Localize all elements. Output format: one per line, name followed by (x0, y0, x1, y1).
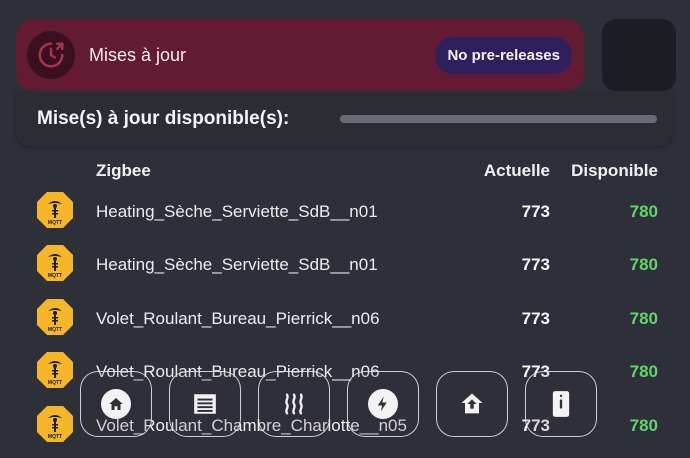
heating-icon (279, 389, 309, 419)
group-label: Zigbee (96, 161, 151, 180)
svg-text:MQTT: MQTT (48, 434, 62, 440)
update-clock-icon (27, 31, 75, 79)
prerelease-toggle-button[interactable]: No pre-releases (435, 36, 572, 74)
home-upload-icon (457, 389, 487, 419)
fridge-icon (546, 389, 576, 419)
svg-text:MQTT: MQTT (48, 327, 62, 333)
svg-text:MQTT: MQTT (48, 273, 62, 279)
available-version: 780 (629, 255, 658, 274)
mqtt-icon: MQTT (36, 405, 74, 443)
device-name: Volet_Roulant_Bureau_Pierrick__n06 (96, 309, 380, 328)
table-header: Zigbee Actuelle Disponible (0, 158, 690, 184)
mqtt-icon: MQTT (36, 298, 74, 336)
column-available-header: Disponible (571, 161, 658, 180)
dock-heating-button[interactable] (258, 371, 330, 437)
dock-shutter-button[interactable] (169, 371, 241, 437)
available-version: 780 (629, 309, 658, 328)
table-row[interactable]: MQTT Heating_Sèche_Serviette_SdB__n01 77… (0, 240, 690, 292)
svg-text:MQTT: MQTT (48, 220, 62, 226)
column-current-header: Actuelle (483, 161, 550, 180)
current-version: 773 (521, 309, 550, 328)
shutter-icon (190, 389, 220, 419)
energy-icon (368, 389, 398, 419)
available-version: 780 (629, 416, 658, 435)
mqtt-icon: MQTT (36, 191, 74, 229)
device-name: Heating_Sèche_Serviette_SdB__n01 (96, 202, 378, 221)
bottom-dock (80, 371, 600, 437)
update-progress-bar (340, 115, 657, 123)
home-icon (101, 389, 131, 419)
table-row[interactable]: MQTT Volet_Roulant_Bureau_Pierrick__n06 … (0, 294, 690, 346)
dock-home-button[interactable] (80, 371, 152, 437)
available-updates-bar: Mise(s) à jour disponible(s): (16, 92, 673, 146)
available-updates-title: Mise(s) à jour disponible(s): (37, 108, 290, 129)
mqtt-icon: MQTT (36, 351, 74, 389)
dock-energy-button[interactable] (347, 371, 419, 437)
available-version: 780 (629, 362, 658, 381)
available-version: 780 (629, 202, 658, 221)
mqtt-icon: MQTT (36, 244, 74, 282)
device-name: Heating_Sèche_Serviette_SdB__n01 (96, 255, 378, 274)
current-version: 773 (521, 255, 550, 274)
dock-home-upload-button[interactable] (436, 371, 508, 437)
side-panel-button[interactable] (602, 19, 676, 91)
header-title: Mises à jour (89, 44, 187, 65)
table-row[interactable]: MQTT Heating_Sèche_Serviette_SdB__n01 77… (0, 187, 690, 239)
dock-fridge-button[interactable] (525, 371, 597, 437)
updates-header-card[interactable]: Mises à jour No pre-releases (16, 19, 584, 91)
current-version: 773 (521, 202, 550, 221)
svg-text:MQTT: MQTT (48, 380, 62, 386)
